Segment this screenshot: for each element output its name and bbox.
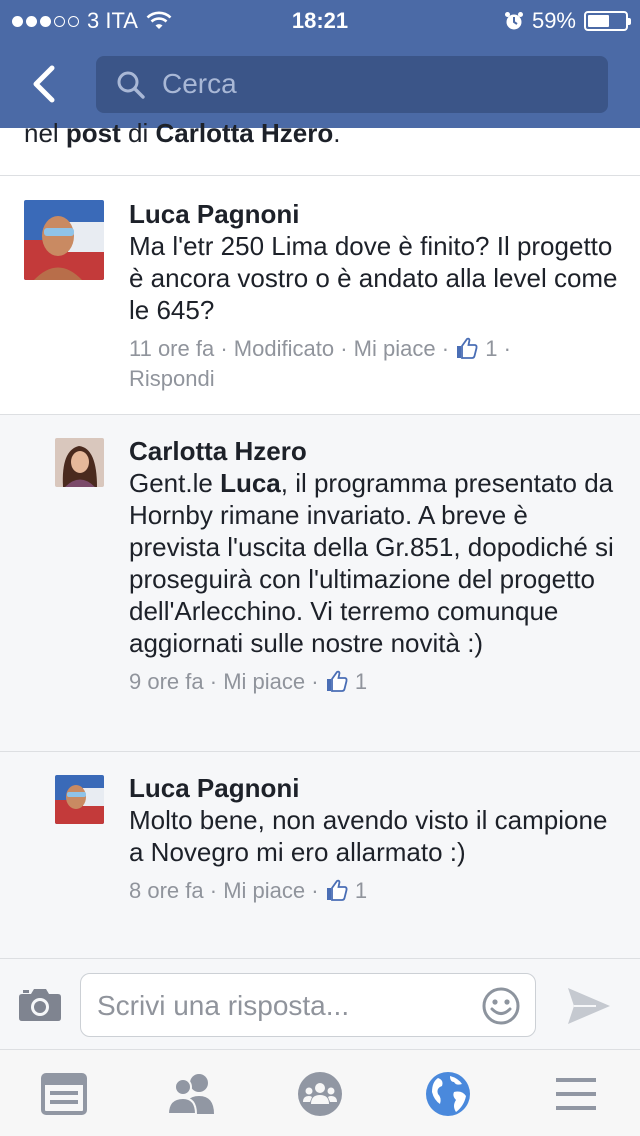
like-button[interactable]: Mi piace (354, 336, 436, 361)
comment-meta: 8 ore fa · Mi piace · 1 (129, 878, 368, 903)
battery-icon (584, 11, 631, 31)
comment-text: Gent.le Luca, il programma presentato da… (129, 468, 614, 658)
send-icon (568, 988, 610, 1024)
battery-group: 59% (504, 8, 631, 34)
post-link[interactable]: post (66, 118, 121, 148)
tab-news-feed[interactable] (40, 1070, 88, 1118)
reply-item: Carlotta Hzero Gent.le Luca, il programm… (0, 415, 640, 751)
reply-field[interactable] (80, 973, 536, 1037)
tab-menu[interactable] (552, 1070, 600, 1118)
tab-friend-requests[interactable] (166, 1070, 214, 1118)
comment-body: Carlotta Hzero Gent.le Luca, il programm… (129, 435, 619, 697)
menu-icon (556, 1078, 596, 1110)
reply-button[interactable]: Rispondi (129, 366, 215, 391)
tab-groups[interactable] (296, 1070, 344, 1118)
comment-author[interactable]: Carlotta Hzero (129, 435, 619, 467)
groups-icon (298, 1072, 342, 1116)
reply-input[interactable] (97, 986, 477, 1026)
like-button[interactable]: Mi piace (223, 878, 305, 903)
news-feed-icon (41, 1073, 87, 1115)
like-button[interactable]: Mi piace (223, 669, 305, 694)
comment-item: Luca Pagnoni Ma l'etr 250 Lima dove è fi… (0, 176, 640, 414)
comment-time: 11 ore fa (129, 336, 215, 361)
like-count[interactable]: 1 (325, 669, 367, 694)
author-link[interactable]: Carlotta Hzero (156, 118, 334, 148)
top-bar: 3 ITA 18:21 59% (0, 0, 640, 128)
battery-percent: 59% (531, 8, 576, 33)
send-button[interactable] (566, 985, 612, 1032)
comment-time: 8 ore fa (129, 878, 204, 903)
comment-meta: 9 ore fa · Mi piace · 1 (129, 669, 368, 694)
smiley-icon[interactable] (481, 986, 521, 1026)
search-input[interactable] (162, 64, 582, 104)
comment-author[interactable]: Luca Pagnoni (129, 772, 619, 804)
avatar[interactable] (24, 200, 104, 280)
reply-composer (0, 958, 640, 1050)
search-icon (117, 71, 145, 99)
like-count[interactable]: 1 (325, 878, 367, 903)
comment-time: 9 ore fa (129, 669, 204, 694)
like-count[interactable]: 1 (455, 336, 498, 361)
search-bar[interactable] (96, 56, 608, 113)
camera-button[interactable] (18, 986, 62, 1027)
mention-link[interactable]: Luca (220, 468, 281, 498)
comment-body: Luca Pagnoni Molto bene, non avendo vist… (129, 772, 619, 906)
comment-author[interactable]: Luca Pagnoni (129, 198, 619, 230)
friends-icon (166, 1074, 214, 1115)
camera-icon (19, 989, 61, 1021)
tab-bar (0, 1050, 640, 1136)
tab-notifications[interactable] (424, 1070, 472, 1118)
status-bar: 3 ITA 18:21 59% (0, 0, 640, 40)
back-button[interactable] (22, 56, 66, 112)
globe-icon (426, 1072, 470, 1116)
avatar[interactable] (55, 775, 104, 824)
thumbs-up-icon (326, 879, 348, 901)
post-context-text: nel post di Carlotta Hzero. (24, 118, 341, 148)
avatar[interactable] (55, 438, 104, 487)
comment-text: Ma l'etr 250 Lima dove è finito? Il prog… (129, 231, 618, 325)
edited-link[interactable]: Modificato (234, 336, 334, 361)
reply-item: Luca Pagnoni Molto bene, non avendo vist… (0, 752, 640, 958)
thumbs-up-icon (326, 670, 348, 692)
alarm-icon (504, 12, 523, 30)
thumbs-up-icon (457, 337, 478, 359)
comment-text: Molto bene, non avendo visto il campione… (129, 805, 608, 867)
comment-meta: 11 ore fa · Modificato · Mi piace · 1 · … (129, 336, 511, 391)
comment-body: Luca Pagnoni Ma l'etr 250 Lima dove è fi… (129, 198, 619, 394)
chevron-left-icon (33, 65, 55, 103)
